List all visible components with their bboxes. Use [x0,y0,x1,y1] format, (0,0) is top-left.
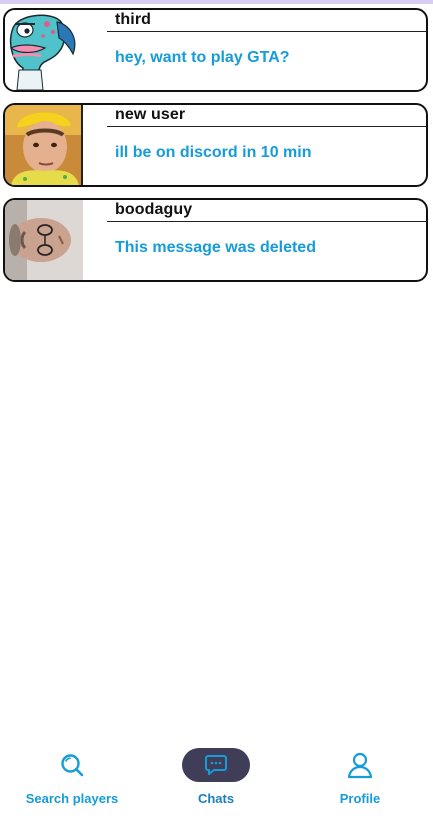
chat-username: boodaguy [115,201,193,218]
nav-icon-active-pill [182,748,250,782]
chat-last-message: ill be on discord in 10 min [115,144,312,161]
search-icon [61,754,84,777]
chat-card-new-user[interactable]: new user ill be on discord in 10 min [3,103,428,187]
chat-last-message: hey, want to play GTA? [115,49,290,66]
cartoon-fish-avatar-icon [5,10,83,90]
status-strip [0,0,433,4]
chat-card-boodaguy[interactable]: boodaguy This message was deleted [3,198,428,282]
chat-username: new user [115,106,186,123]
divider [107,126,426,127]
nav-label: Search players [25,791,119,806]
nav-profile[interactable]: Profile [288,740,432,818]
nav-chats[interactable]: Chats [144,740,288,818]
chat-bubble-icon [205,755,227,775]
chat-last-message: This message was deleted [115,239,316,256]
chat-username: third [115,11,152,28]
bottom-navigation: Search players Chats Profile [0,740,433,822]
nav-icon-container [326,748,394,782]
nav-label: Chats [197,791,235,806]
divider [107,221,426,222]
person-photo-avatar-icon [5,105,83,185]
avatar [5,105,83,185]
nav-icon-container [38,748,106,782]
chat-list: third hey, want to play GTA? new user il… [3,8,428,293]
person-photo-avatar-icon [5,200,83,280]
nav-label: Profile [339,791,381,806]
divider [107,31,426,32]
avatar [5,200,83,280]
chat-card-third[interactable]: third hey, want to play GTA? [3,8,428,92]
user-icon [347,752,373,779]
avatar [5,10,83,90]
nav-search-players[interactable]: Search players [0,740,144,818]
chats-screen: third hey, want to play GTA? new user il… [0,0,433,822]
